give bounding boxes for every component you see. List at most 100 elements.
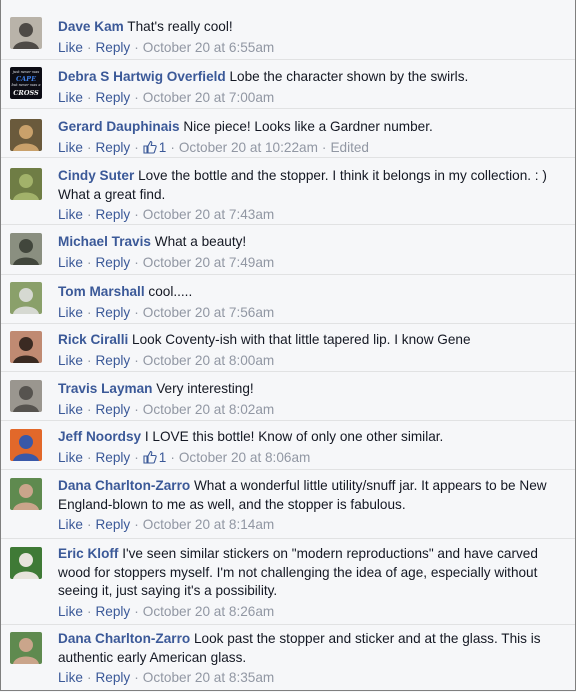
reply-link[interactable]: Reply xyxy=(95,517,130,532)
svg-text:CAPE: CAPE xyxy=(16,75,37,83)
separator: · xyxy=(134,603,139,619)
comment-timestamp[interactable]: October 20 at 8:35am xyxy=(143,670,274,685)
comment-actions: Like · Reply · October 20 at 8:02am xyxy=(58,401,569,420)
like-link[interactable]: Like xyxy=(58,450,83,465)
comment-author[interactable]: Dave Kam xyxy=(58,19,124,34)
comment-timestamp[interactable]: October 20 at 8:00am xyxy=(143,353,274,368)
avatar[interactable] xyxy=(10,282,42,314)
separator: · xyxy=(86,449,92,465)
separator: · xyxy=(134,670,139,685)
comment-author[interactable]: Dana Charlton-Zarro xyxy=(58,631,190,646)
avatar[interactable] xyxy=(10,632,42,664)
reply-link[interactable]: Reply xyxy=(95,305,130,320)
comment-timestamp[interactable]: October 20 at 7:00am xyxy=(143,90,274,105)
comment-timestamp[interactable]: October 20 at 8:02am xyxy=(143,402,274,417)
comment-text: I LOVE this bottle! Know of only one oth… xyxy=(144,429,444,444)
separator: · xyxy=(134,352,139,368)
separator: · xyxy=(134,401,139,417)
comment-actions: Like · Reply · October 20 at 7:49am xyxy=(58,254,569,273)
separator: · xyxy=(86,603,92,619)
reply-link[interactable]: Reply xyxy=(95,40,130,55)
avatar[interactable] xyxy=(10,233,42,265)
separator: · xyxy=(86,304,92,320)
separator: · xyxy=(86,139,92,155)
comment-list: Dave Kam That's really cool! Like · Reply · O… xyxy=(1,0,575,690)
like-link[interactable]: Like xyxy=(58,90,83,105)
separator: · xyxy=(86,352,92,368)
reply-link[interactable]: Reply xyxy=(95,670,130,685)
comment-author[interactable]: Jeff Noordsy xyxy=(58,429,141,444)
avatar[interactable] xyxy=(10,331,42,363)
comment-timestamp[interactable]: October 20 at 7:43am xyxy=(143,207,274,222)
comment-author[interactable]: Travis Layman xyxy=(58,381,152,396)
like-link[interactable]: Like xyxy=(58,670,83,685)
reply-link[interactable]: Reply xyxy=(95,90,130,105)
comment-item: Jeff Noordsy I LOVE this bottle! Know of… xyxy=(1,420,575,470)
comment-actions: Like · Reply · October 20 at 8:00am xyxy=(58,352,569,371)
comment-author[interactable]: Eric Kloff xyxy=(58,546,118,561)
comment-author[interactable]: Debra S Hartwig Overfield xyxy=(58,69,226,84)
reply-link[interactable]: Reply xyxy=(95,353,130,368)
comment-timestamp[interactable]: October 20 at 8:06am xyxy=(179,450,310,465)
separator: · xyxy=(86,254,92,270)
reply-link[interactable]: Reply xyxy=(95,140,130,155)
comment-author[interactable]: Tom Marshall xyxy=(58,284,145,299)
comment-author[interactable]: Gerard Dauphinais xyxy=(58,119,180,134)
comment-text: What a beauty! xyxy=(154,234,247,249)
comment-item: Travis Layman Very interesting! Like · Repl… xyxy=(1,371,575,421)
edited-label[interactable]: Edited xyxy=(330,140,369,155)
like-link[interactable]: Like xyxy=(58,402,83,417)
avatar[interactable] xyxy=(10,119,42,151)
reply-link[interactable]: Reply xyxy=(95,255,130,270)
comment-timestamp[interactable]: October 20 at 8:26am xyxy=(143,604,274,619)
separator: · xyxy=(86,89,92,105)
comment-body: Rick Ciralli Look Coventy-ish with that … xyxy=(58,331,569,370)
separator: · xyxy=(134,449,139,465)
separator: · xyxy=(134,517,139,532)
like-link[interactable]: Like xyxy=(58,305,83,320)
avatar[interactable] xyxy=(10,168,42,200)
comment-author[interactable]: Michael Travis xyxy=(58,234,151,249)
svg-text:CROSS: CROSS xyxy=(13,89,39,97)
comment-body: Dave Kam That's really cool! Like · Reply · O… xyxy=(58,18,569,57)
like-link[interactable]: Like xyxy=(58,517,83,532)
separator: · xyxy=(86,39,92,55)
like-link[interactable]: Like xyxy=(58,207,83,222)
thumbs-up-icon[interactable] xyxy=(143,450,157,470)
avatar[interactable]: just never was CAPE but never was a CROSS xyxy=(10,67,42,99)
comment-author[interactable]: Dana Charlton-Zarro xyxy=(58,478,190,493)
separator: · xyxy=(170,449,175,465)
like-link[interactable]: Like xyxy=(58,255,83,270)
reply-link[interactable]: Reply xyxy=(95,450,130,465)
avatar[interactable] xyxy=(10,547,42,579)
separator: · xyxy=(86,401,92,417)
avatar[interactable] xyxy=(10,429,42,461)
comment-text: That's really cool! xyxy=(127,19,233,34)
reply-link[interactable]: Reply xyxy=(95,207,130,222)
comment-timestamp[interactable]: October 20 at 6:55am xyxy=(143,40,274,55)
like-link[interactable]: Like xyxy=(58,40,83,55)
comment-author[interactable]: Cindy Suter xyxy=(58,168,134,183)
separator: · xyxy=(170,139,175,155)
avatar[interactable] xyxy=(10,17,42,49)
reply-link[interactable]: Reply xyxy=(95,604,130,619)
comment-actions: Like · Reply · October 20 at 7:56am xyxy=(58,304,569,323)
like-link[interactable]: Like xyxy=(58,604,83,619)
separator: · xyxy=(134,254,139,270)
avatar[interactable] xyxy=(10,478,42,510)
avatar[interactable] xyxy=(10,380,42,412)
comment-timestamp[interactable]: October 20 at 8:14am xyxy=(143,517,274,532)
like-link[interactable]: Like xyxy=(58,353,83,368)
comment-author[interactable]: Rick Ciralli xyxy=(58,332,128,347)
comment-timestamp[interactable]: October 20 at 7:49am xyxy=(143,255,274,270)
like-link[interactable]: Like xyxy=(58,140,83,155)
comment-item: Dave Kam That's really cool! Like · Reply · O… xyxy=(1,0,575,59)
comment-timestamp[interactable]: October 20 at 7:56am xyxy=(143,305,274,320)
separator: · xyxy=(321,139,327,155)
comment-text: cool..... xyxy=(148,284,193,299)
comment-item: Eric Kloff I've seen similar stickers on… xyxy=(1,538,575,625)
separator: · xyxy=(134,39,139,55)
comment-timestamp[interactable]: October 20 at 10:22am xyxy=(179,140,318,155)
comment-actions: Like · Reply · October 20 at 7:00am xyxy=(58,89,569,108)
reply-link[interactable]: Reply xyxy=(95,402,130,417)
